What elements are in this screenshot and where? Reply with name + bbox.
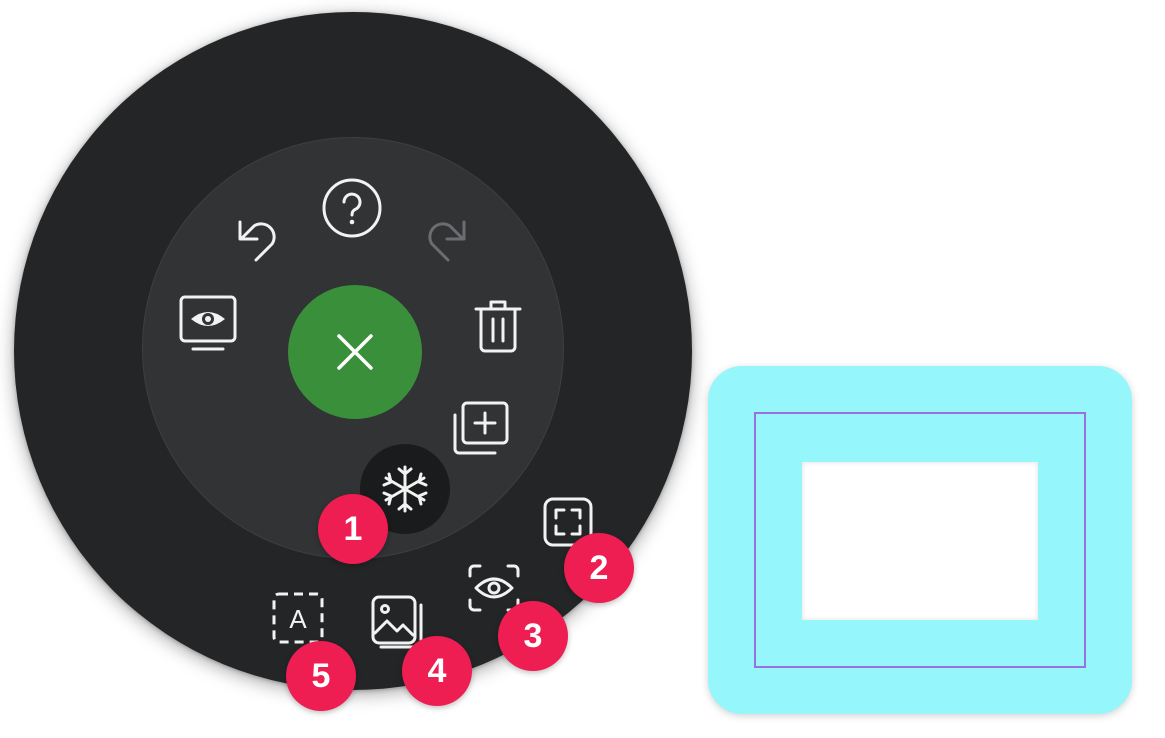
callout-badge-2: 2 xyxy=(564,533,634,603)
question-circle-icon xyxy=(322,178,382,238)
snowflake-icon xyxy=(382,465,428,513)
new-page-button[interactable] xyxy=(448,396,512,460)
callout-badge-3: 3 xyxy=(498,601,568,671)
help-button[interactable] xyxy=(320,176,384,240)
redo-button[interactable] xyxy=(418,206,478,266)
eye-monitor-icon xyxy=(179,295,237,351)
undo-button[interactable] xyxy=(226,206,286,266)
text-box-icon: A xyxy=(272,592,324,644)
add-layer-icon xyxy=(453,401,509,455)
undo-arrow-icon xyxy=(238,220,276,262)
close-button[interactable] xyxy=(288,285,422,419)
close-icon xyxy=(337,334,373,370)
text-button[interactable]: A xyxy=(268,588,328,648)
selection-area[interactable] xyxy=(802,462,1038,620)
text-box-letter: A xyxy=(289,604,307,634)
redo-arrow-icon xyxy=(428,220,466,262)
delete-button[interactable] xyxy=(468,296,528,356)
callout-badge-5: 5 xyxy=(286,641,356,711)
trash-icon xyxy=(474,300,522,353)
callout-badge-4: 4 xyxy=(402,636,472,706)
display-button[interactable] xyxy=(176,292,240,356)
callout-badge-1: 1 xyxy=(318,494,388,564)
